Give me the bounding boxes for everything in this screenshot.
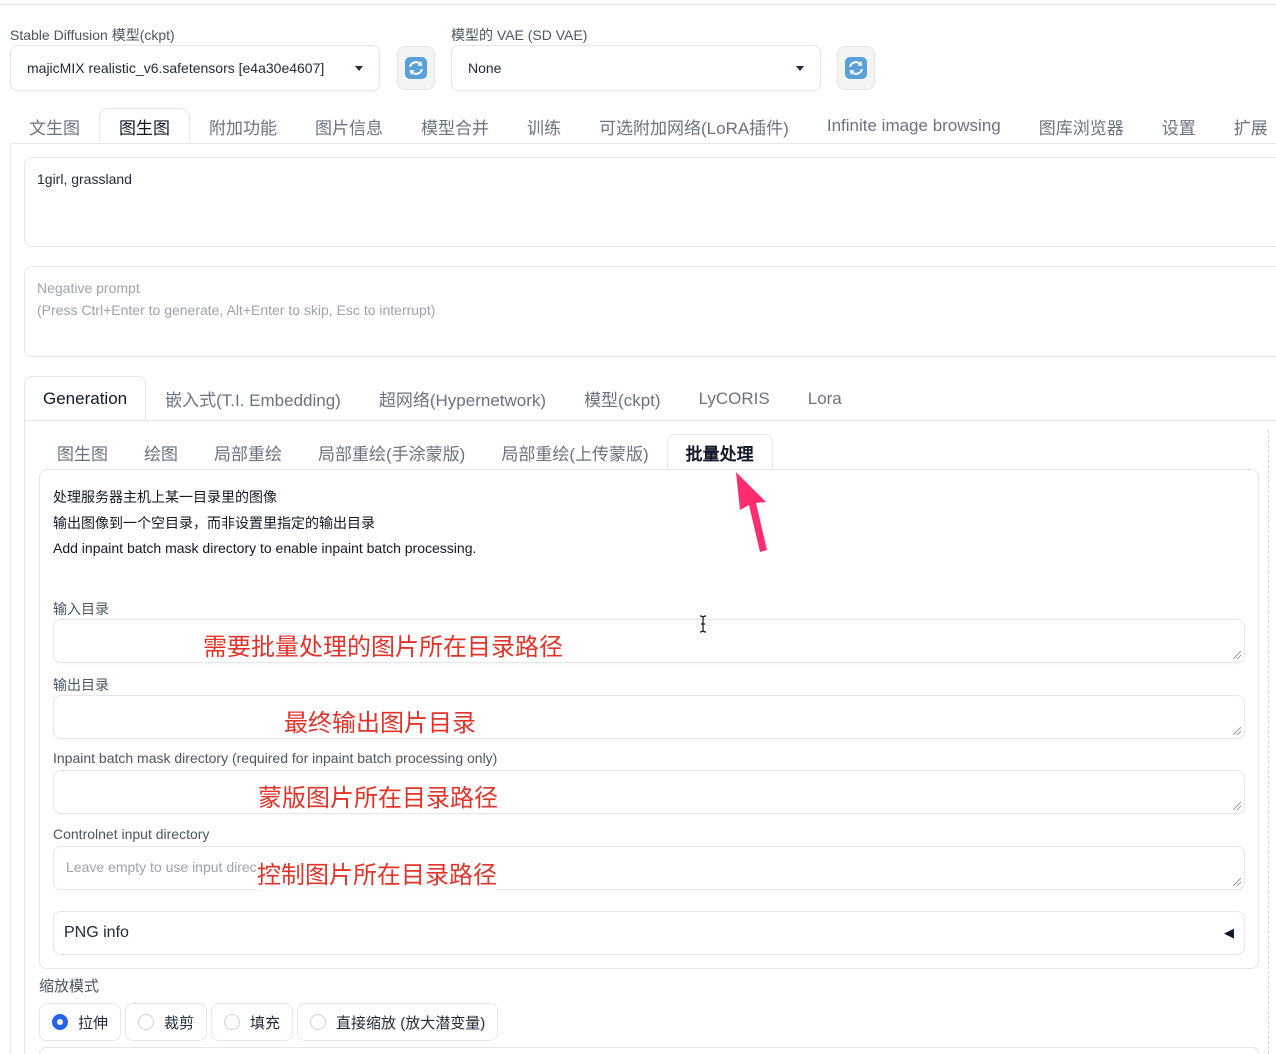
controlnet-dir-label: Controlnet input directory: [53, 826, 210, 842]
subtab-inpaint-upload[interactable]: 局部重绘(上传蒙版): [483, 434, 666, 470]
tab-checkpoints[interactable]: 模型(ckpt): [565, 376, 680, 421]
tab-additional-networks[interactable]: 可选附加网络(LoRA插件): [580, 108, 808, 144]
refresh-icon: [405, 57, 427, 79]
resize-option-label: 填充: [250, 1014, 281, 1032]
negative-prompt-hint: (Press Ctrl+Enter to generate, Alt+Enter…: [37, 302, 436, 318]
resize-grip-icon[interactable]: [1233, 802, 1241, 810]
resize-grip-icon[interactable]: [1233, 651, 1241, 659]
tab-train[interactable]: 训练: [508, 108, 580, 144]
refresh-vae-button[interactable]: [837, 46, 875, 90]
chevron-down-icon: [796, 65, 804, 71]
tab-settings[interactable]: 设置: [1143, 108, 1215, 144]
png-info-accordion[interactable]: PNG info ◀: [53, 911, 1245, 955]
input-dir-annotation: 需要批量处理的图片所在目录路径: [203, 634, 563, 661]
tab-extensions[interactable]: 扩展: [1215, 108, 1276, 144]
caret-left-icon: ◀: [1224, 925, 1234, 940]
img2img-mode-tabs: 图生图 绘图 局部重绘 局部重绘(手涂蒙版) 局部重绘(上传蒙版) 批量处理: [39, 434, 1259, 470]
resize-grip-icon[interactable]: [1233, 878, 1241, 886]
png-info-label: PNG info: [64, 924, 129, 941]
extra-tabs-divider: [24, 420, 1276, 421]
tab-generation[interactable]: Generation: [24, 376, 147, 421]
subtab-sketch[interactable]: 绘图: [126, 434, 196, 470]
resize-option-label: 直接缩放 (放大潜变量): [336, 1014, 486, 1032]
subtab-batch[interactable]: 批量处理: [666, 434, 773, 470]
controlnet-dir-field[interactable]: Leave empty to use input directory: [53, 846, 1245, 890]
radio-icon: [138, 1014, 155, 1030]
extra-tabs: Generation 嵌入式(T.I. Embedding) 超网络(Hyper…: [24, 376, 1276, 421]
tab-hypernetwork[interactable]: 超网络(Hypernetwork): [360, 376, 565, 421]
resize-mode-group: 拉伸 裁剪 填充 直接缩放 (放大潜变量): [39, 1003, 499, 1041]
next-panel-edge: [39, 1047, 1259, 1054]
tab-img2img[interactable]: 图生图: [99, 108, 190, 144]
chevron-down-icon: [355, 65, 363, 71]
batch-desc-line-1: 处理服务器主机上某一目录里的图像: [53, 489, 277, 505]
resize-option-fill[interactable]: 填充: [211, 1003, 294, 1041]
controlnet-dir-annotation: 控制图片所在目录路径: [257, 855, 497, 890]
resize-option-crop[interactable]: 裁剪: [125, 1003, 208, 1041]
sd-model-label: Stable Diffusion 模型(ckpt): [10, 27, 175, 43]
vae-dropdown[interactable]: None: [451, 45, 821, 91]
tab-image-browser[interactable]: 图库浏览器: [1020, 108, 1143, 144]
tab-infinite-image-browsing[interactable]: Infinite image browsing: [808, 108, 1020, 144]
subtab-inpaint-sketch[interactable]: 局部重绘(手涂蒙版): [300, 434, 483, 470]
tab-lycoris[interactable]: LyCORIS: [680, 376, 789, 421]
negative-prompt-textarea[interactable]: Negative prompt (Press Ctrl+Enter to gen…: [24, 266, 1276, 357]
tab-extras[interactable]: 附加功能: [190, 108, 296, 144]
batch-description: 处理服务器主机上某一目录里的图像 输出图像到一个空目录，而非设置里指定的输出目录…: [53, 485, 476, 562]
tab-panel-border: [10, 143, 11, 1054]
tab-png-info[interactable]: 图片信息: [296, 108, 402, 144]
refresh-sd-model-button[interactable]: [397, 46, 435, 90]
refresh-icon: [845, 57, 867, 79]
vae-value: None: [468, 60, 502, 76]
vae-label: 模型的 VAE (SD VAE): [451, 27, 588, 43]
generation-panel-border: [24, 420, 25, 1054]
resize-grip-icon[interactable]: [1233, 727, 1241, 735]
tab-txt2img[interactable]: 文生图: [10, 108, 99, 144]
resize-option-label: 裁剪: [164, 1014, 195, 1032]
tab-lora[interactable]: Lora: [789, 376, 861, 421]
subtab-inpaint[interactable]: 局部重绘: [196, 434, 300, 470]
text-cursor-icon: [699, 615, 707, 633]
tab-checkpoint-merger[interactable]: 模型合并: [402, 108, 508, 144]
mask-dir-label: Inpaint batch mask directory (required f…: [53, 750, 498, 766]
tabs-divider: [10, 143, 1276, 144]
tab-textual-inversion[interactable]: 嵌入式(T.I. Embedding): [146, 376, 360, 421]
output-dir-field[interactable]: [53, 695, 1245, 739]
controlnet-dir-placeholder: Leave empty to use input directory: [66, 859, 281, 875]
batch-desc-line-3: Add inpaint batch mask directory to enab…: [53, 540, 477, 556]
right-panel-edge: [1268, 430, 1269, 1054]
batch-desc-line-2: 输出图像到一个空目录，而非设置里指定的输出目录: [53, 514, 375, 531]
annotation-arrow-icon: [736, 472, 767, 552]
resize-mode-label: 缩放模式: [39, 978, 100, 995]
top-divider: [0, 4, 1276, 5]
sd-model-dropdown[interactable]: majicMIX realistic_v6.safetensors [e4a30…: [10, 45, 380, 91]
prompt-textarea[interactable]: 1girl, grassland: [24, 157, 1276, 247]
radio-icon: [224, 1014, 241, 1030]
radio-checked-icon: [52, 1014, 68, 1030]
resize-option-stretch[interactable]: 拉伸: [39, 1003, 122, 1041]
output-dir-label: 输出目录: [53, 677, 109, 693]
resize-option-label: 拉伸: [78, 1014, 109, 1032]
prompt-text: 1girl, grassland: [37, 171, 132, 187]
resize-option-latent[interactable]: 直接缩放 (放大潜变量): [297, 1003, 499, 1041]
negative-prompt-placeholder: Negative prompt: [37, 280, 140, 296]
main-tabs: 文生图 图生图 附加功能 图片信息 模型合并 训练 可选附加网络(LoRA插件)…: [10, 108, 1276, 144]
output-dir-annotation: 最终输出图片目录: [284, 710, 476, 737]
radio-icon: [310, 1014, 327, 1030]
mask-dir-field[interactable]: [53, 770, 1245, 814]
mask-dir-annotation: 蒙版图片所在目录路径: [258, 785, 498, 812]
sd-model-value: majicMIX realistic_v6.safetensors [e4a30…: [27, 60, 325, 76]
subtab-img2img[interactable]: 图生图: [39, 434, 126, 470]
input-dir-label: 输入目录: [53, 601, 109, 617]
